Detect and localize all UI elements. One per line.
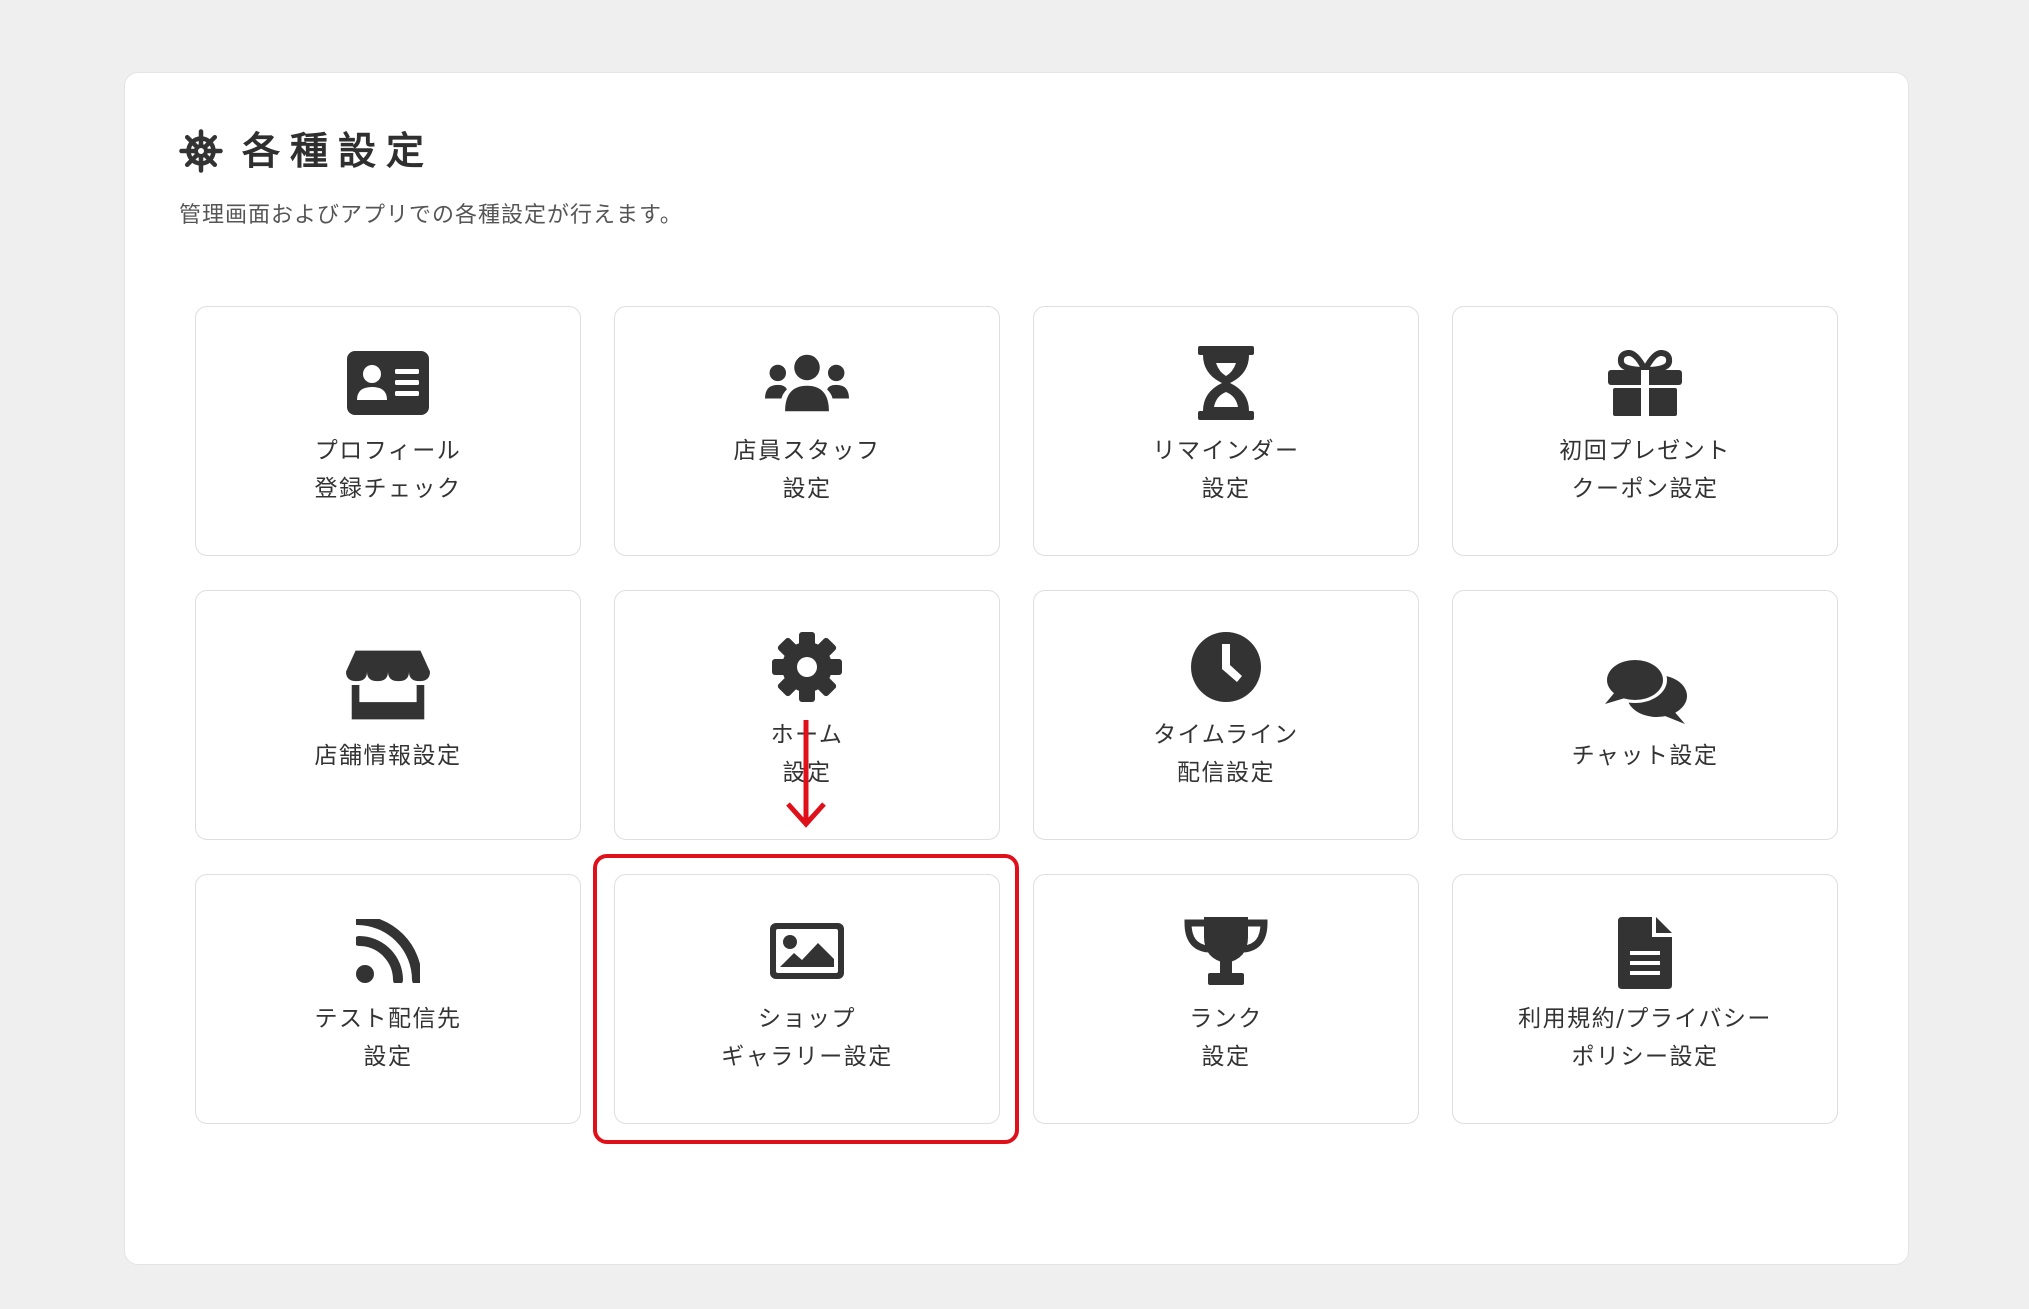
settings-panel: 各種設定 管理画面およびアプリでの各種設定が行えます。 プロフィール 登録チェッ… [124, 72, 1909, 1265]
ship-wheel-icon [179, 129, 223, 173]
gift-icon [1603, 349, 1687, 417]
tile-test-delivery[interactable]: テスト配信先 設定 [195, 874, 581, 1124]
hourglass-icon [1184, 346, 1268, 420]
tile-label: 利用規約/プライバシー ポリシー設定 [1518, 1006, 1772, 1070]
id-card-icon [346, 349, 430, 417]
trophy-icon [1184, 917, 1268, 985]
tile-label: ショップ ギャラリー設定 [721, 1006, 893, 1070]
tile-label: チャット設定 [1571, 743, 1719, 769]
tile-chat[interactable]: チャット設定 [1452, 590, 1838, 840]
users-icon [765, 349, 849, 417]
rss-icon [346, 917, 430, 985]
tile-store-info[interactable]: 店舗情報設定 [195, 590, 581, 840]
tile-label: プロフィール 登録チェック [314, 438, 462, 502]
tile-home[interactable]: ホーム 設定 [614, 590, 1000, 840]
tile-staff[interactable]: 店員スタッフ 設定 [614, 306, 1000, 556]
tile-label: 初回プレゼント クーポン設定 [1559, 438, 1731, 502]
image-icon [765, 917, 849, 985]
tile-label: タイムライン 配信設定 [1153, 722, 1299, 786]
gear-icon [765, 632, 849, 702]
page-title: 各種設定 [242, 129, 435, 173]
tile-label: リマインダー 設定 [1152, 438, 1300, 502]
chat-bubbles-icon [1603, 655, 1687, 724]
clock-icon [1184, 632, 1268, 702]
page-header: 各種設定 [179, 129, 434, 173]
tile-rank[interactable]: ランク 設定 [1033, 874, 1419, 1124]
tile-label: 店舗情報設定 [314, 743, 462, 769]
tile-profile-check[interactable]: プロフィール 登録チェック [195, 306, 581, 556]
store-icon [346, 650, 430, 720]
tile-terms-privacy[interactable]: 利用規約/プライバシー ポリシー設定 [1452, 874, 1838, 1124]
page-subtitle: 管理画面およびアプリでの各種設定が行えます。 [179, 203, 683, 228]
tile-first-present[interactable]: 初回プレゼント クーポン設定 [1452, 306, 1838, 556]
tile-timeline[interactable]: タイムライン 配信設定 [1033, 590, 1419, 840]
tile-shop-gallery[interactable]: ショップ ギャラリー設定 [614, 874, 1000, 1124]
tile-reminder[interactable]: リマインダー 設定 [1033, 306, 1419, 556]
tile-label: 店員スタッフ 設定 [733, 438, 881, 502]
tile-label: テスト配信先 設定 [314, 1006, 462, 1070]
tile-label: ランク 設定 [1189, 1006, 1263, 1070]
settings-grid: プロフィール 登録チェック 店員スタッフ 設定 リマインダー 設定 初回プレゼン… [195, 306, 1840, 1124]
document-icon [1603, 917, 1687, 989]
tile-label: ホーム 設定 [770, 722, 844, 786]
